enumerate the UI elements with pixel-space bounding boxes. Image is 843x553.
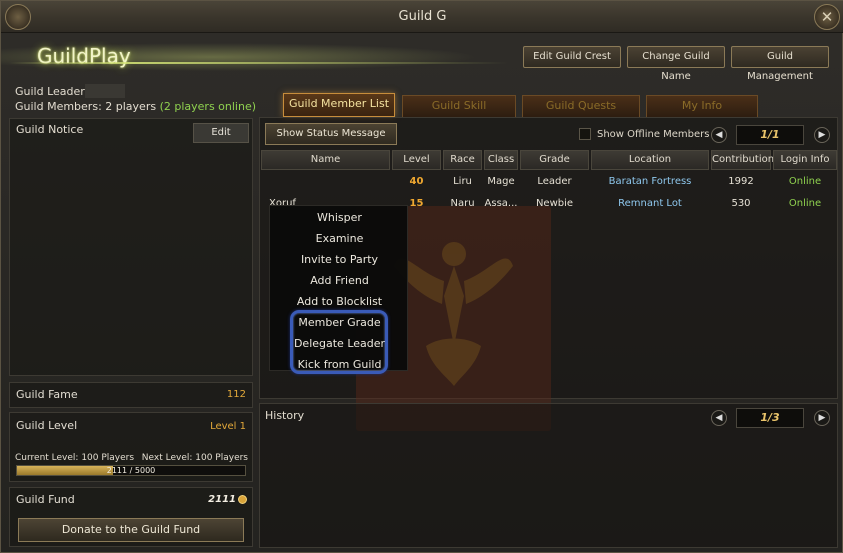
column-header-contribution[interactable]: Contribution	[711, 150, 774, 170]
guild-xp-bar: 2111 / 5000	[16, 465, 246, 476]
member-contribution: 530	[731, 198, 751, 209]
guild-fame-value: 112	[226, 389, 246, 400]
history-next-button[interactable]: ▶	[814, 410, 830, 426]
member-contribution: 1992	[728, 176, 754, 187]
guild-members-count: Guild Members: 2 players	[15, 100, 157, 113]
guild-level-label: Guild Level	[16, 419, 78, 432]
change-guild-name-button[interactable]: Change Guild Name	[627, 46, 725, 82]
guild-fame-panel: Guild Fame 112	[9, 382, 253, 408]
member-race: Liru	[453, 176, 472, 187]
menu-item-whisper[interactable]: Whisper	[270, 207, 409, 228]
member-list-page: 1/1	[736, 125, 804, 145]
header-divider	[9, 62, 509, 64]
guild-notice-title: Guild Notice	[16, 123, 84, 136]
show-status-message-button[interactable]: Show Status Message	[265, 123, 397, 145]
show-offline-members-label: Show Offline Members	[597, 129, 710, 140]
member-grade: Leader	[537, 176, 572, 187]
chevron-right-icon: ▶	[818, 130, 826, 140]
menu-item-add-to-blocklist[interactable]: Add to Blocklist	[270, 291, 409, 312]
edit-guild-crest-button[interactable]: Edit Guild Crest	[523, 46, 621, 68]
next-level-text: Next Level: 100 Players	[141, 453, 248, 463]
donate-button[interactable]: Donate to the Guild Fund	[18, 518, 244, 542]
guild-level-panel: Guild Level Level 1 Current Level: 100 P…	[9, 412, 253, 482]
guild-members-line: Guild Members: 2 players (2 players onli…	[15, 100, 256, 113]
title-bar[interactable]: Guild G ✕	[1, 1, 843, 33]
history-prev-button[interactable]: ◀	[711, 410, 727, 426]
history-page: 1/3	[736, 408, 804, 428]
guild-window: Guild G ✕ GuildPlay Edit Guild Crest Cha…	[0, 0, 843, 553]
tab-guild-skill[interactable]: Guild Skill	[402, 95, 516, 117]
guild-management-button[interactable]: Guild Management	[731, 46, 829, 82]
chevron-right-icon: ▶	[818, 413, 826, 423]
member-class: Assa...	[484, 198, 518, 209]
column-header-class[interactable]: Class	[484, 150, 518, 170]
menu-highlight-frame	[290, 310, 388, 374]
column-header-name[interactable]: Name	[261, 150, 390, 170]
show-offline-members-checkbox[interactable]	[579, 128, 591, 140]
tab-my-info[interactable]: My Info	[646, 95, 758, 117]
guild-notice-panel: Guild Notice Edit	[9, 118, 253, 376]
guild-level-value: Level 1	[210, 421, 246, 432]
column-header-login-info[interactable]: Login Info	[773, 150, 837, 170]
guild-fame-label: Guild Fame	[16, 388, 78, 401]
guild-fund-label: Guild Fund	[16, 493, 75, 506]
guild-fund-panel: Guild Fund 2111 Donate to the Guild Fund	[9, 487, 253, 547]
member-location: Baratan Fortress	[608, 176, 692, 187]
guild-fund-value: 2111	[208, 494, 236, 505]
member-login-info: Online	[788, 176, 822, 187]
member-race: Naru	[450, 198, 475, 209]
coin-icon	[238, 495, 247, 504]
member-list-prev-button[interactable]: ◀	[711, 127, 727, 143]
member-name	[261, 173, 390, 191]
guild-name: GuildPlay	[37, 44, 131, 68]
menu-item-add-friend[interactable]: Add Friend	[270, 270, 409, 291]
member-location: Remnant Lot	[618, 198, 682, 209]
current-level-text: Current Level: 100 Players	[15, 453, 135, 463]
guild-xp-text: 2111 / 5000	[106, 466, 156, 475]
menu-item-examine[interactable]: Examine	[270, 228, 409, 249]
column-header-grade[interactable]: Grade	[520, 150, 589, 170]
member-level: 40	[409, 176, 424, 187]
history-title: History	[265, 409, 305, 422]
close-icon: ✕	[820, 8, 834, 26]
column-header-race[interactable]: Race	[443, 150, 482, 170]
guild-leader-label: Guild Leader:	[15, 85, 89, 98]
guild-members-online: (2 players online)	[159, 100, 257, 113]
chevron-left-icon: ◀	[715, 130, 723, 140]
tab-guild-member-list[interactable]: Guild Member List	[283, 93, 395, 117]
member-login-info: Online	[788, 198, 822, 209]
column-header-level[interactable]: Level	[392, 150, 441, 170]
member-grade: Newbie	[535, 198, 574, 209]
tab-guild-quests[interactable]: Guild Quests	[522, 95, 640, 117]
column-header-location[interactable]: Location	[591, 150, 709, 170]
member-list-next-button[interactable]: ▶	[814, 127, 830, 143]
member-class: Mage	[487, 176, 515, 187]
menu-item-invite-to-party[interactable]: Invite to Party	[270, 249, 409, 270]
notice-edit-button[interactable]: Edit	[193, 123, 249, 143]
guild-leader-name	[85, 84, 125, 98]
close-button[interactable]: ✕	[814, 4, 840, 30]
chevron-left-icon: ◀	[715, 413, 723, 423]
window-title: Guild G	[398, 9, 447, 24]
